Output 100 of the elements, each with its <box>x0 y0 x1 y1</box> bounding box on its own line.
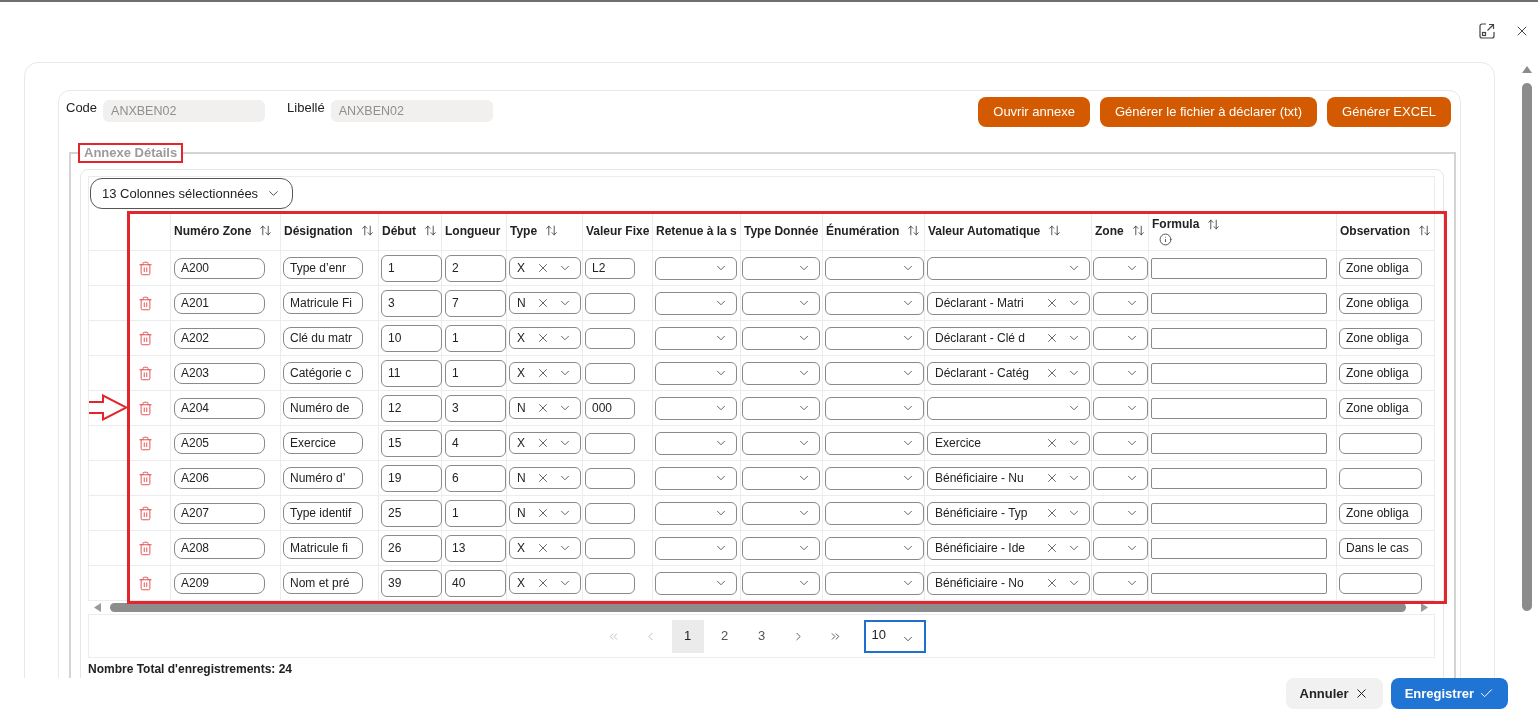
observation-field[interactable]: Zone obliga <box>1339 362 1422 384</box>
formula-field[interactable] <box>1151 397 1327 419</box>
observation-field[interactable]: Zone obliga <box>1339 257 1422 279</box>
trash-icon[interactable] <box>138 435 153 451</box>
designation-field[interactable]: Numéro de <box>283 397 363 419</box>
zone-number-field[interactable]: A201 <box>174 292 265 314</box>
clear-icon[interactable] <box>536 261 550 275</box>
clear-icon[interactable] <box>1045 541 1059 555</box>
type-dropdown[interactable]: X <box>509 327 581 349</box>
enumeration-dropdown[interactable] <box>825 571 924 595</box>
zone-dropdown[interactable] <box>1093 291 1148 315</box>
data-type-dropdown[interactable] <box>742 396 820 420</box>
start-field[interactable]: 10 <box>381 324 442 352</box>
enumeration-dropdown[interactable] <box>825 256 924 280</box>
withholding-dropdown[interactable] <box>655 466 737 490</box>
auto-value-dropdown[interactable]: Exercice <box>927 431 1090 455</box>
zone-dropdown[interactable] <box>1093 466 1148 490</box>
length-field[interactable]: 1 <box>445 324 506 352</box>
auto-value-dropdown[interactable]: Déclarant - Catég <box>927 361 1090 385</box>
scrollbar-thumb[interactable] <box>110 603 1406 612</box>
auto-value-dropdown[interactable]: Bénéficiaire - No <box>927 571 1090 595</box>
length-field[interactable]: 2 <box>445 254 506 282</box>
data-type-dropdown[interactable] <box>742 536 820 560</box>
scrollbar-thumb[interactable] <box>1522 83 1532 611</box>
trash-icon[interactable] <box>138 540 153 556</box>
formula-field[interactable] <box>1151 572 1327 594</box>
zone-dropdown[interactable] <box>1093 431 1148 455</box>
length-field[interactable]: 3 <box>445 394 506 422</box>
data-type-dropdown[interactable] <box>742 291 820 315</box>
auto-value-dropdown[interactable]: Bénéficiaire - Nu <box>927 466 1090 490</box>
withholding-dropdown[interactable] <box>655 361 737 385</box>
action-button[interactable]: Ouvrir annexe <box>978 97 1090 127</box>
length-field[interactable]: 1 <box>445 359 506 387</box>
scroll-right-icon[interactable] <box>1421 603 1428 612</box>
enumeration-dropdown[interactable] <box>825 501 924 525</box>
type-dropdown[interactable]: N <box>509 292 581 314</box>
trash-icon[interactable] <box>138 505 153 521</box>
fixed-value-field[interactable] <box>585 502 635 524</box>
zone-number-field[interactable]: A208 <box>174 537 265 559</box>
designation-field[interactable]: Nom et pré <box>283 572 363 594</box>
type-dropdown[interactable]: X <box>509 432 581 454</box>
clear-icon[interactable] <box>1045 366 1059 380</box>
sort-icon[interactable] <box>1207 217 1221 231</box>
observation-field[interactable]: Zone obliga <box>1339 292 1422 314</box>
enumeration-dropdown[interactable] <box>825 431 924 455</box>
data-type-dropdown[interactable] <box>742 571 820 595</box>
auto-value-dropdown[interactable]: Bénéficiaire - Ide <box>927 536 1090 560</box>
fixed-value-field[interactable]: 000 <box>585 397 635 419</box>
fixed-value-field[interactable] <box>585 292 635 314</box>
trash-icon[interactable] <box>138 575 153 591</box>
length-field[interactable]: 1 <box>445 499 506 527</box>
observation-field[interactable] <box>1339 467 1422 489</box>
observation-field[interactable] <box>1339 432 1422 454</box>
formula-field[interactable] <box>1151 292 1327 314</box>
page-button[interactable]: 2 <box>708 619 741 653</box>
zone-number-field[interactable]: A203 <box>174 362 265 384</box>
formula-field[interactable] <box>1151 537 1327 559</box>
clear-icon[interactable] <box>1045 506 1059 520</box>
scroll-up-icon[interactable] <box>1522 66 1532 73</box>
clear-icon[interactable] <box>536 541 550 555</box>
type-dropdown[interactable]: X <box>509 572 581 594</box>
clear-icon[interactable] <box>1045 331 1059 345</box>
clear-icon[interactable] <box>536 436 550 450</box>
enumeration-dropdown[interactable] <box>825 466 924 490</box>
trash-icon[interactable] <box>138 470 153 486</box>
auto-value-dropdown[interactable]: Déclarant - Clé d <box>927 326 1090 350</box>
zone-number-field[interactable]: A207 <box>174 502 265 524</box>
fixed-value-field[interactable] <box>585 432 635 454</box>
observation-field[interactable] <box>1339 572 1422 594</box>
column-picker[interactable]: 13 Colonnes sélectionnées <box>90 178 293 209</box>
clear-icon[interactable] <box>536 331 550 345</box>
trash-icon[interactable] <box>138 330 153 346</box>
start-field[interactable]: 25 <box>381 499 442 527</box>
action-button[interactable]: Générer le fichier à déclarer (txt) <box>1099 97 1318 127</box>
zone-dropdown[interactable] <box>1093 256 1148 280</box>
zone-dropdown[interactable] <box>1093 396 1148 420</box>
fixed-value-field[interactable]: L2 <box>585 257 635 279</box>
clear-icon[interactable] <box>536 471 550 485</box>
type-dropdown[interactable]: X <box>509 257 581 279</box>
page-size-dropdown[interactable]: 10 <box>863 619 926 653</box>
sort-icon[interactable] <box>1048 224 1062 237</box>
data-type-dropdown[interactable] <box>742 501 820 525</box>
start-field[interactable]: 1 <box>381 254 442 282</box>
start-field[interactable]: 39 <box>381 569 442 597</box>
data-type-dropdown[interactable] <box>742 431 820 455</box>
clear-icon[interactable] <box>536 506 550 520</box>
sort-icon[interactable] <box>545 224 559 237</box>
withholding-dropdown[interactable] <box>655 396 737 420</box>
formula-field[interactable] <box>1151 502 1327 524</box>
zone-dropdown[interactable] <box>1093 501 1148 525</box>
auto-value-dropdown[interactable]: Déclarant - Matri <box>927 291 1090 315</box>
sort-icon[interactable] <box>424 224 437 237</box>
formula-field[interactable] <box>1151 467 1327 489</box>
auto-value-dropdown[interactable] <box>927 396 1090 420</box>
clear-icon[interactable] <box>1045 296 1059 310</box>
start-field[interactable]: 19 <box>381 464 442 492</box>
fixed-value-field[interactable] <box>585 327 635 349</box>
type-dropdown[interactable]: N <box>509 467 581 489</box>
type-dropdown[interactable]: X <box>509 537 581 559</box>
start-field[interactable]: 3 <box>381 289 442 317</box>
